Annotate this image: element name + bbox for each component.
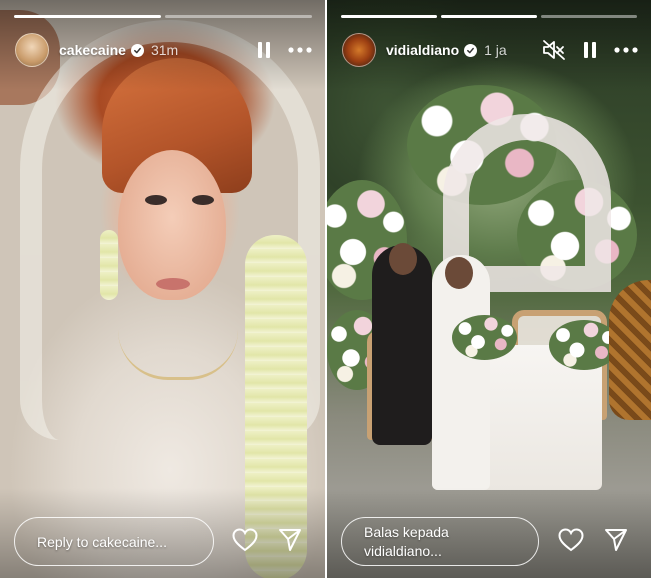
mute-icon[interactable] bbox=[541, 37, 567, 63]
progress-segment bbox=[165, 15, 312, 18]
foreground-guest bbox=[609, 280, 651, 420]
more-icon[interactable] bbox=[287, 37, 313, 63]
progress-fill bbox=[14, 15, 161, 18]
reply-placeholder: Reply to cakecaine... bbox=[37, 533, 167, 550]
progress-segment bbox=[441, 15, 537, 18]
progress-segment bbox=[341, 15, 437, 18]
reply-input[interactable]: Balas kepada vidialdiano... bbox=[341, 517, 539, 566]
timestamp: 1 ja bbox=[484, 42, 507, 58]
more-icon[interactable] bbox=[613, 37, 639, 63]
progress-segment bbox=[14, 15, 161, 18]
username[interactable]: cakecaine bbox=[59, 42, 126, 58]
verified-badge-icon bbox=[464, 43, 478, 57]
avatar[interactable] bbox=[342, 33, 376, 67]
send-icon[interactable] bbox=[276, 526, 304, 554]
pause-icon[interactable] bbox=[577, 37, 603, 63]
head bbox=[389, 243, 417, 275]
verified-badge-icon bbox=[130, 43, 144, 57]
send-icon[interactable] bbox=[602, 526, 630, 554]
progress-fill bbox=[341, 15, 437, 18]
story-header: cakecaine 31m bbox=[15, 32, 313, 68]
bride bbox=[432, 255, 490, 490]
reply-input[interactable]: Reply to cakecaine... bbox=[14, 517, 214, 566]
story-cakecaine[interactable]: cakecaine 31m Reply to cakecaine... bbox=[0, 0, 325, 578]
table-flowers bbox=[452, 315, 517, 360]
story-progress-bar bbox=[14, 15, 312, 18]
username[interactable]: vidialdiano bbox=[386, 42, 459, 58]
heart-icon[interactable] bbox=[557, 526, 585, 554]
pause-icon[interactable] bbox=[251, 37, 277, 63]
progress-segment bbox=[541, 15, 637, 18]
avatar[interactable] bbox=[15, 33, 49, 67]
head bbox=[445, 257, 473, 289]
story-progress-bar bbox=[341, 15, 637, 18]
groom bbox=[372, 245, 432, 445]
progress-fill bbox=[441, 15, 537, 18]
story-header: vidialdiano 1 ja bbox=[342, 32, 639, 68]
heart-icon[interactable] bbox=[231, 526, 259, 554]
timestamp: 31m bbox=[150, 42, 179, 58]
story-vidialdiano[interactable]: vidialdiano 1 ja Balas kepada vidialdian… bbox=[327, 0, 651, 578]
reply-placeholder: Balas kepada vidialdiano... bbox=[364, 523, 449, 559]
jasmine-earring bbox=[100, 230, 118, 300]
